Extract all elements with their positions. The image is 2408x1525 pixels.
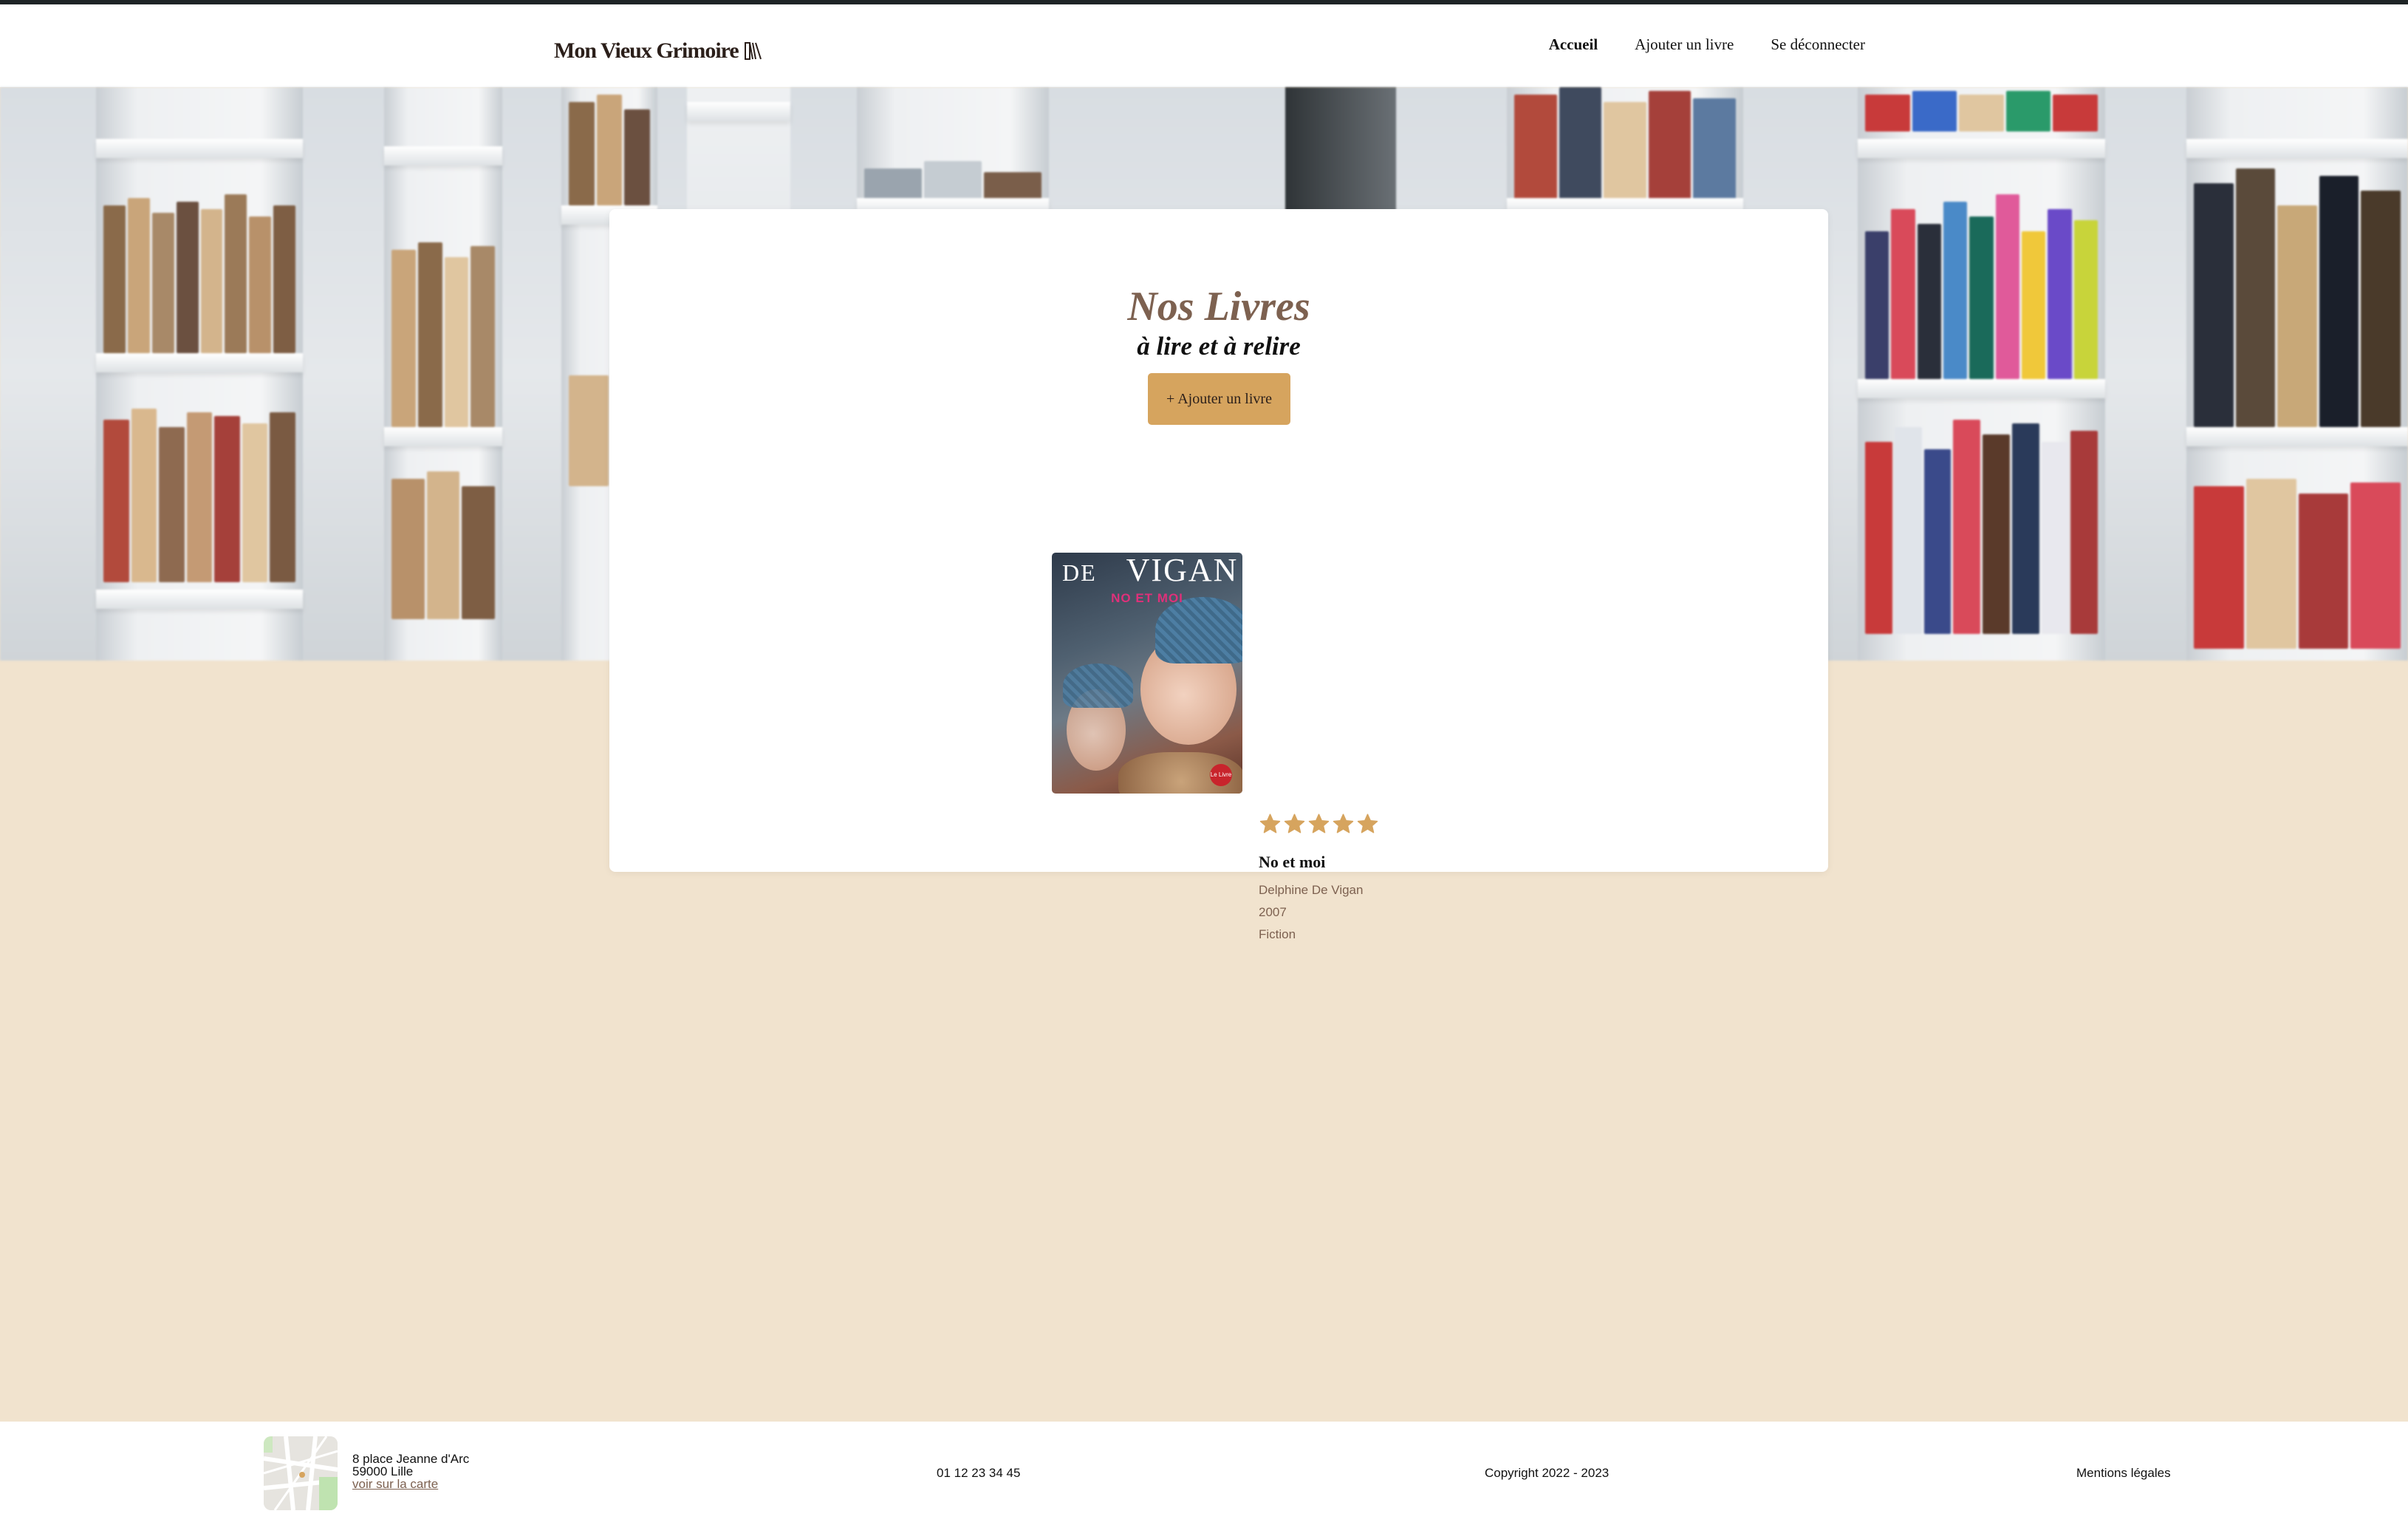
main-nav: Accueil Ajouter un livre Se déconnecter [1549,33,1865,56]
book-cover[interactable]: DE VIGAN NO ET MOI Le Livre [1052,553,1242,794]
logo-text: Mon Vieux Grimoire [554,38,739,63]
book-author: Delphine De Vigan [1259,883,1364,897]
cover-author: DE VIGAN [1062,553,1239,588]
hero-shelf [1858,87,2105,661]
address-line1: 8 place Jeanne d'Arc [352,1452,470,1466]
address-line2: 59000 Lille [352,1464,414,1478]
site-footer: 8 place Jeanne d'Arc 59000 Lille voir su… [0,1422,2408,1525]
map-thumbnail[interactable] [264,1436,338,1510]
star-icon [1333,813,1354,833]
star-icon [1308,813,1330,833]
nav-ajouter-livre[interactable]: Ajouter un livre [1635,35,1734,54]
hero-shelf [384,87,502,661]
books-card: Nos Livres à lire et à relire + Ajouter … [609,209,1828,941]
map-icon [264,1436,338,1510]
site-header: Mon Vieux Grimoire Accueil Ajouter un li… [0,4,2408,87]
cover-title: NO ET MOI [1111,591,1183,605]
star-icon [1259,813,1281,833]
nav-deconnecter[interactable]: Se déconnecter [1771,35,1865,54]
footer-address: 8 place Jeanne d'Arc 59000 Lille voir su… [352,1453,469,1490]
star-icon [1357,813,1378,833]
site-logo[interactable]: Mon Vieux Grimoire [554,33,762,69]
footer-phone: 01 12 23 34 45 [937,1466,1021,1480]
book-card[interactable]: DE VIGAN NO ET MOI Le Livre No et moi Del… [1052,553,1392,941]
add-book-button[interactable]: + Ajouter un livre [1148,373,1290,425]
hero-shelf [2186,87,2408,661]
page-subtitle: à lire et à relire [1137,332,1301,361]
book-genre: Fiction [1259,927,1296,941]
hero-shelf [96,87,303,661]
book-year: 2007 [1259,905,1287,919]
book-logo-icon [744,42,762,60]
legal-link[interactable]: Mentions légales [2076,1466,2171,1481]
book-info: No et moi Delphine De Vigan 2007 Fiction [1259,853,1363,946]
rating-stars [1259,813,1379,836]
nav-accueil[interactable]: Accueil [1549,35,1598,54]
publisher-badge: Le Livre [1210,764,1232,786]
footer-copyright: Copyright 2022 - 2023 [1485,1466,1610,1480]
book-title[interactable]: No et moi [1259,853,1363,872]
page-title: Nos Livres [1127,284,1310,330]
star-icon [1284,813,1305,833]
map-link[interactable]: voir sur la carte [352,1477,438,1491]
